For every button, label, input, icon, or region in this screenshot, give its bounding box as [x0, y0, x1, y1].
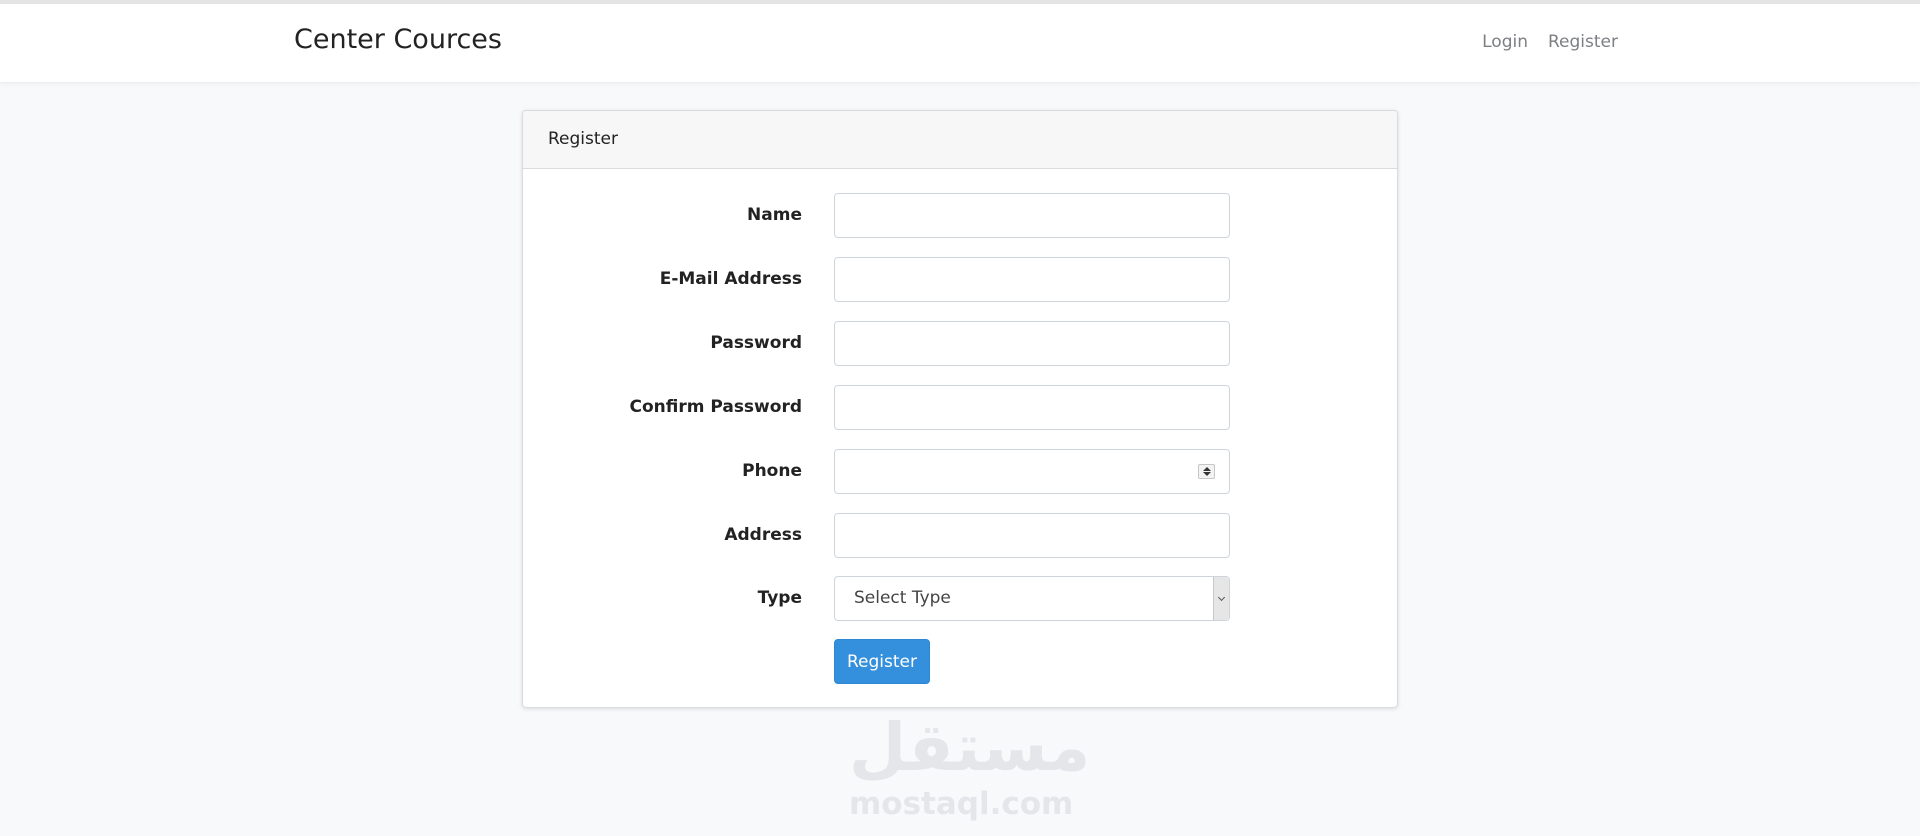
nav-register-link[interactable]: Register — [1548, 32, 1618, 52]
spinner-up-icon[interactable] — [1203, 467, 1211, 471]
name-input[interactable] — [834, 193, 1230, 238]
watermark-arabic: مستقل — [849, 709, 1091, 786]
address-row: Address — [523, 513, 1397, 558]
watermark-latin: mostaql.com — [849, 786, 1074, 822]
email-row: E-Mail Address — [523, 257, 1397, 302]
phone-label: Phone — [742, 461, 802, 481]
email-input[interactable] — [834, 257, 1230, 302]
type-select[interactable]: Select Type — [834, 576, 1230, 621]
brand-logo[interactable]: Center Cources — [294, 24, 502, 55]
register-card: Register Name E-Mail Address Password Co… — [522, 110, 1398, 708]
phone-input[interactable] — [834, 449, 1230, 494]
password-row: Password — [523, 321, 1397, 366]
confirm-password-row: Confirm Password — [523, 385, 1397, 430]
spinner-down-icon[interactable] — [1203, 472, 1211, 476]
name-row: Name — [523, 193, 1397, 238]
type-row: Type Select Type — [523, 576, 1397, 621]
type-select-value: Select Type — [854, 588, 951, 608]
nav-login-link[interactable]: Login — [1482, 32, 1528, 52]
card-header: Register — [523, 111, 1397, 169]
nav-links: Login Register — [1482, 32, 1618, 52]
watermark: مستقل mostaql.com — [849, 709, 1091, 823]
email-label: E-Mail Address — [659, 269, 802, 289]
phone-spinner[interactable] — [1198, 464, 1215, 479]
phone-row: Phone — [523, 449, 1397, 494]
address-input[interactable] — [834, 513, 1230, 558]
register-button[interactable]: Register — [834, 639, 930, 684]
chevron-down-icon[interactable] — [1213, 577, 1229, 620]
password-input[interactable] — [834, 321, 1230, 366]
confirm-password-input[interactable] — [834, 385, 1230, 430]
address-label: Address — [724, 525, 802, 545]
name-label: Name — [747, 205, 802, 225]
navbar: Center Cources Login Register — [0, 4, 1920, 83]
password-label: Password — [710, 333, 802, 353]
confirm-password-label: Confirm Password — [629, 397, 802, 417]
type-label: Type — [757, 588, 802, 608]
